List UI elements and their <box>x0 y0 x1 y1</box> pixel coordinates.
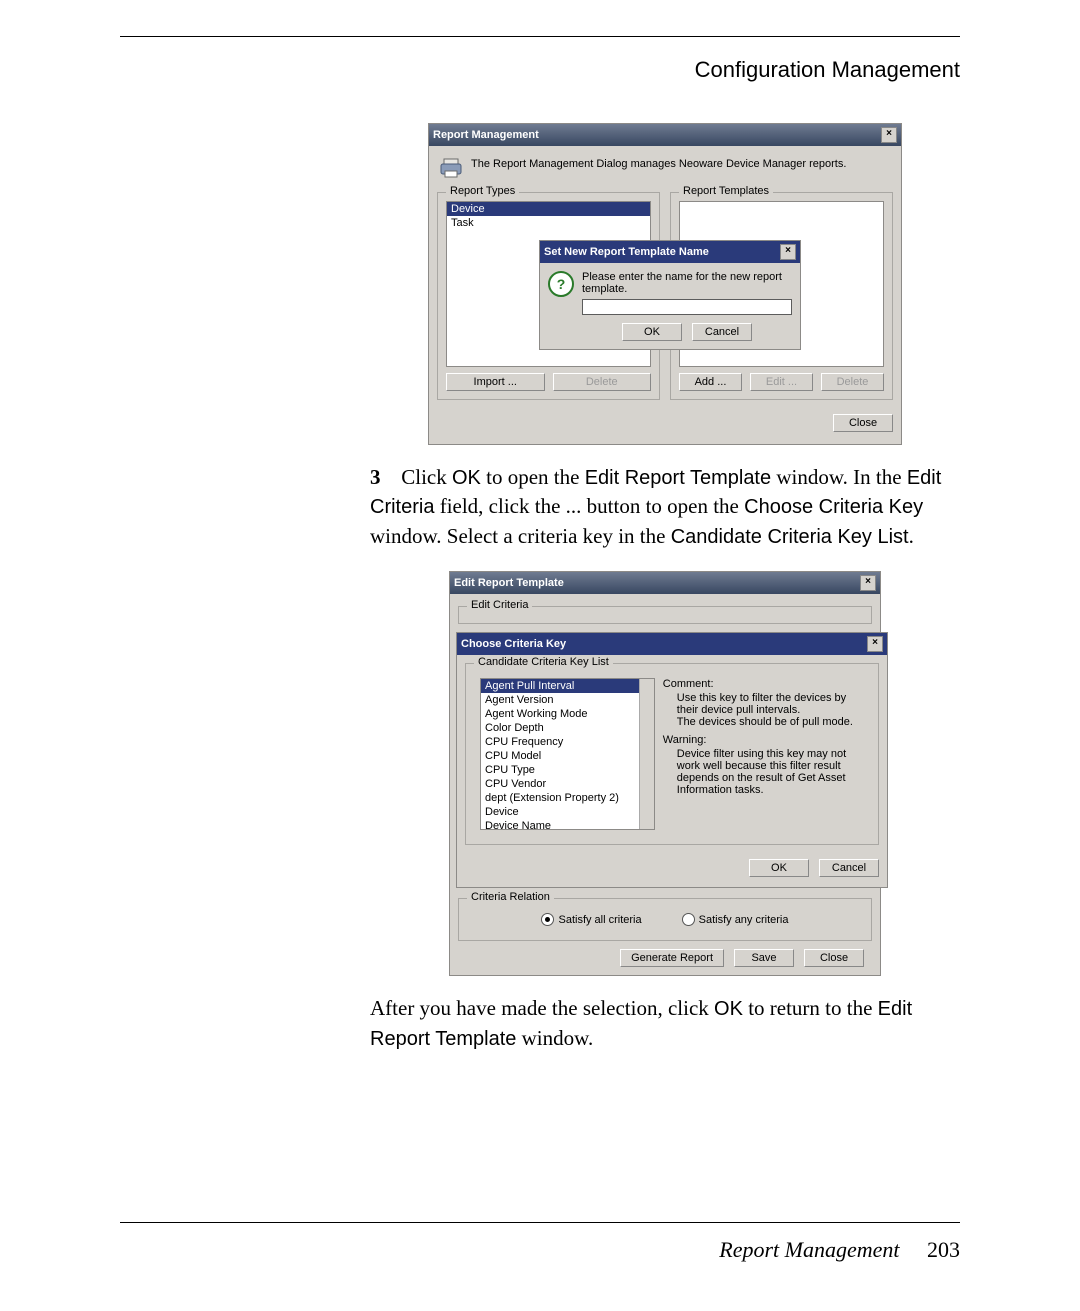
bottom-rule <box>120 1222 960 1223</box>
list-item[interactable]: Device <box>481 805 654 819</box>
list-item[interactable]: dept (Extension Property 2) <box>481 791 654 805</box>
choose-criteria-ok-button[interactable]: OK <box>749 859 809 877</box>
list-item[interactable]: Agent Version <box>481 693 654 707</box>
import-button[interactable]: Import ... <box>446 373 545 391</box>
candidate-criteria-key-list-legend: Candidate Criteria Key List <box>474 656 613 668</box>
satisfy-all-radio[interactable]: Satisfy all criteria <box>541 913 641 926</box>
comment-text: Use this key to filter the devices by th… <box>663 692 864 728</box>
candidate-criteria-key-list-group: Candidate Criteria Key List Agent Pull I… <box>465 663 879 845</box>
generate-report-button[interactable]: Generate Report <box>620 949 724 967</box>
modal-ok-button[interactable]: OK <box>622 323 682 341</box>
save-report-template-button[interactable]: Save <box>734 949 794 967</box>
page-footer: Report Management 203 <box>120 1237 960 1263</box>
candidate-criteria-key-list[interactable]: Agent Pull Interval Agent Version Agent … <box>480 678 655 830</box>
list-item[interactable]: CPU Model <box>481 749 654 763</box>
choose-criteria-key-dialog: Choose Criteria Key × Candidate Criteria… <box>456 632 888 888</box>
after-selection-paragraph: After you have made the selection, click… <box>370 994 960 1053</box>
report-management-dialog: Report Management × The Report Managemen… <box>428 123 902 445</box>
satisfy-all-label: Satisfy all criteria <box>558 914 641 926</box>
scrollbar[interactable] <box>639 679 654 829</box>
edit-report-template-title: Edit Report Template <box>454 577 564 589</box>
close-icon[interactable]: × <box>780 244 796 260</box>
set-new-template-name-titlebar: Set New Report Template Name × <box>540 241 800 263</box>
report-management-titlebar: Report Management × <box>429 124 901 146</box>
report-templates-legend: Report Templates <box>679 185 773 197</box>
list-item[interactable]: Device Name <box>481 819 654 830</box>
choose-criteria-key-titlebar: Choose Criteria Key × <box>457 633 887 655</box>
list-item[interactable]: Device <box>447 202 650 216</box>
list-item[interactable]: Agent Working Mode <box>481 707 654 721</box>
step-3-paragraph: 3 Click OK to open the Edit Report Templ… <box>370 463 960 551</box>
set-new-template-name-dialog: Set New Report Template Name × ? Please … <box>539 240 801 350</box>
list-item[interactable]: CPU Vendor <box>481 777 654 791</box>
add-template-button[interactable]: Add ... <box>679 373 742 391</box>
top-rule <box>120 36 960 37</box>
footer-page-number: 203 <box>927 1237 960 1262</box>
report-types-legend: Report Types <box>446 185 519 197</box>
question-icon: ? <box>548 271 574 297</box>
step-number: 3 <box>370 463 396 492</box>
set-new-template-name-title: Set New Report Template Name <box>544 246 709 258</box>
warning-text: Device filter using this key may not wor… <box>663 748 864 796</box>
edit-template-button[interactable]: Edit ... <box>750 373 813 391</box>
edit-report-template-titlebar: Edit Report Template × <box>450 572 880 594</box>
criteria-relation-group: Criteria Relation Satisfy all criteria S… <box>458 898 872 941</box>
new-template-name-prompt: Please enter the name for the new report… <box>582 271 792 295</box>
close-edit-template-button[interactable]: Close <box>804 949 864 967</box>
choose-criteria-key-title: Choose Criteria Key <box>461 638 566 650</box>
list-item[interactable]: Color Depth <box>481 721 654 735</box>
comment-label: Comment: <box>663 678 864 690</box>
running-head: Configuration Management <box>120 57 960 83</box>
list-item[interactable]: CPU Frequency <box>481 735 654 749</box>
close-report-management-button[interactable]: Close <box>833 414 893 432</box>
printer-icon <box>439 158 463 180</box>
edit-criteria-group: Edit Criteria <box>458 606 872 624</box>
modal-cancel-button[interactable]: Cancel <box>692 323 752 341</box>
new-template-name-input[interactable] <box>582 299 792 315</box>
choose-criteria-cancel-button[interactable]: Cancel <box>819 859 879 877</box>
satisfy-any-radio[interactable]: Satisfy any criteria <box>682 913 789 926</box>
satisfy-any-label: Satisfy any criteria <box>699 914 789 926</box>
list-item[interactable]: Task <box>447 216 650 230</box>
close-icon[interactable]: × <box>860 575 876 591</box>
delete-types-button[interactable]: Delete <box>553 373 652 391</box>
report-management-title: Report Management <box>433 129 539 141</box>
criteria-relation-legend: Criteria Relation <box>467 891 554 903</box>
warning-label: Warning: <box>663 734 864 746</box>
close-icon[interactable]: × <box>881 127 897 143</box>
radio-icon <box>541 913 554 926</box>
list-item[interactable]: CPU Type <box>481 763 654 777</box>
report-management-description: The Report Management Dialog manages Neo… <box>471 158 846 170</box>
edit-report-template-dialog: Edit Report Template × Edit Criteria Cho… <box>449 571 881 976</box>
delete-template-button[interactable]: Delete <box>821 373 884 391</box>
edit-criteria-legend: Edit Criteria <box>467 599 532 611</box>
list-item[interactable]: Agent Pull Interval <box>481 679 654 693</box>
close-icon[interactable]: × <box>867 636 883 652</box>
footer-section: Report Management <box>719 1237 899 1262</box>
radio-icon <box>682 913 695 926</box>
